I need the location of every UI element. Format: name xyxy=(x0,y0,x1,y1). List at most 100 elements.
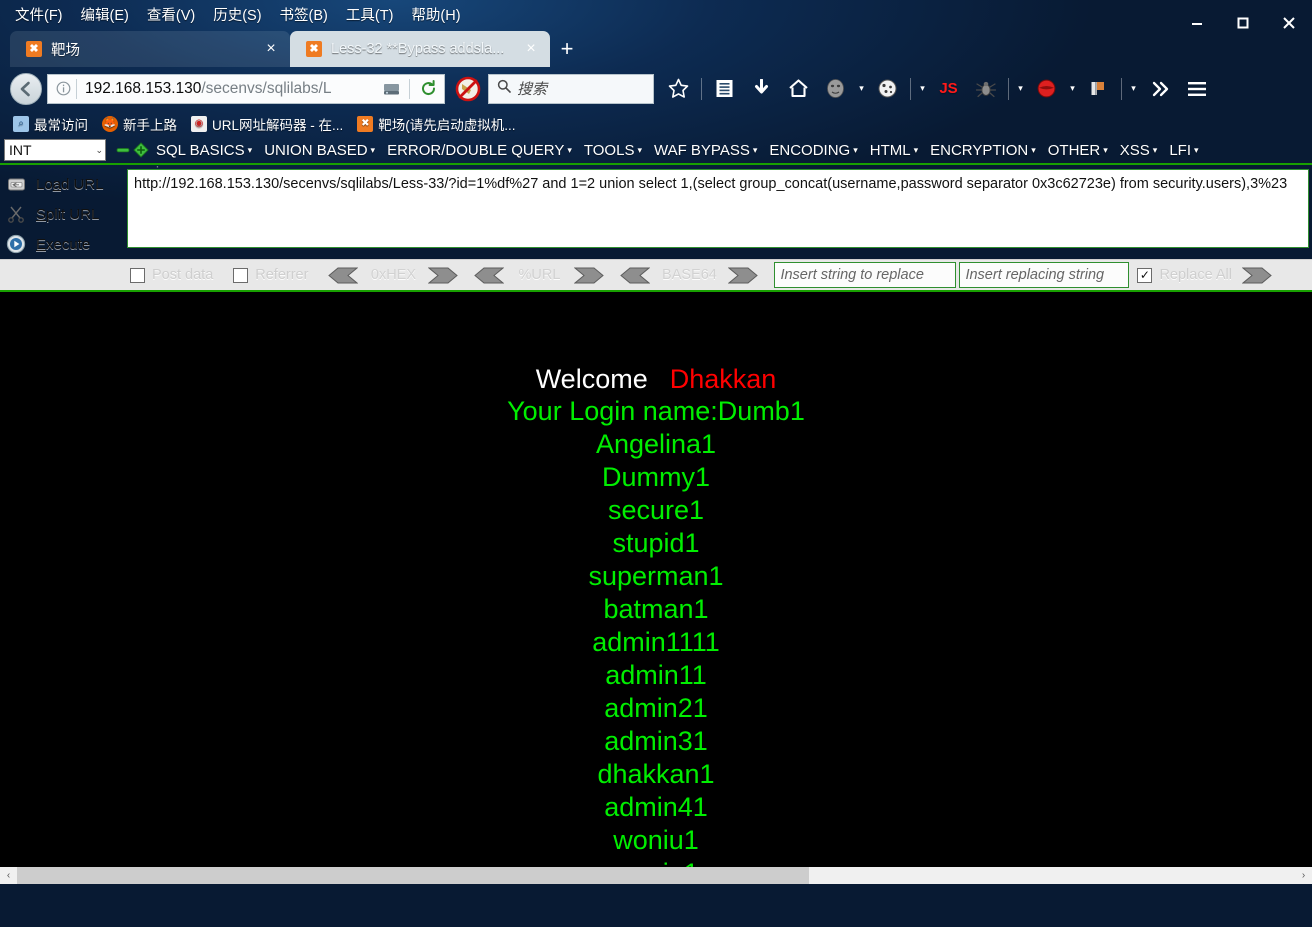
replace-string-input[interactable]: Insert replacing string xyxy=(959,262,1130,288)
menu-label: SQL BASICS xyxy=(156,141,245,159)
chevron-down-icon: ▾ xyxy=(370,144,376,155)
result-row: admin1111 xyxy=(592,627,720,657)
hackbar-menu-sql-basics[interactable]: SQL BASICS ▾ xyxy=(150,140,258,161)
maximize-button[interactable] xyxy=(1220,8,1266,38)
base64-encode-button[interactable] xyxy=(728,267,759,284)
menu-item-help[interactable]: 帮助(H) xyxy=(402,2,469,27)
noscript-blocked-icon[interactable] xyxy=(451,72,485,106)
split-url-button[interactable]: Split URL xyxy=(0,199,125,229)
menu-item-bookmarks[interactable]: 书签(B) xyxy=(271,2,337,27)
bookmark-url-decoder[interactable]: ◉ URL网址解码器 - 在... xyxy=(184,112,350,136)
post-data-checkbox[interactable]: Post data xyxy=(130,267,213,283)
toolbar-divider xyxy=(701,77,702,100)
close-button[interactable] xyxy=(1266,8,1312,38)
scrollbar-track[interactable] xyxy=(17,867,1295,884)
apply-replace-button[interactable] xyxy=(1242,267,1272,284)
split-url-label: Split URL xyxy=(36,205,100,223)
browser-window: 文件(F) 编辑(E) 查看(V) 历史(S) 书签(B) 工具(T) 帮助(H… xyxy=(0,0,1312,927)
increment-button[interactable] xyxy=(132,140,150,160)
injection-type-value: INT xyxy=(9,142,32,158)
decrement-button[interactable] xyxy=(114,140,132,160)
search-input-placeholder: 搜索 xyxy=(517,81,548,98)
chevron-down-icon[interactable]: ▾ xyxy=(1126,72,1141,106)
reader-view-icon[interactable] xyxy=(377,76,405,102)
hex-encode-button[interactable] xyxy=(428,267,459,284)
user-agent-switcher-icon[interactable] xyxy=(817,72,854,106)
scrollbar-thumb[interactable] xyxy=(17,867,810,884)
injection-type-select[interactable]: INT ⌄ xyxy=(4,139,106,161)
hackbar-menu-other[interactable]: OTHER ▾ xyxy=(1042,140,1114,161)
url-text[interactable]: 192.168.153.130/secenvs/sqlilabs/L xyxy=(81,80,373,98)
hex-label: 0xHEX xyxy=(370,267,417,283)
hackbar-menu-waf-bypass[interactable]: WAF BYPASS ▾ xyxy=(648,140,763,161)
chevron-down-icon: ▾ xyxy=(752,144,758,155)
menu-item-view[interactable]: 查看(V) xyxy=(138,2,204,27)
tab-less32[interactable]: ✖ Less-32 **Bypass addsla... × xyxy=(290,31,550,67)
load-url-button[interactable]: Load URL xyxy=(0,169,125,199)
decoder-icon: ◉ xyxy=(191,115,207,132)
hamburger-menu-icon[interactable] xyxy=(1178,72,1215,106)
bookmark-most-visited[interactable]: ⌕ 最常访问 xyxy=(6,112,95,136)
hackbar-menu-encryption[interactable]: ENCRYPTION ▾ xyxy=(924,140,1042,161)
chevron-down-icon[interactable]: ▾ xyxy=(1065,72,1080,106)
cookie-manager-icon[interactable] xyxy=(869,72,906,106)
find-string-input[interactable]: Insert string to replace xyxy=(774,262,957,288)
hackbar-menu-html[interactable]: HTML ▾ xyxy=(864,140,924,161)
menu-label: LFI xyxy=(1169,141,1191,159)
bookmark-target-range[interactable]: ✖ 靶场(请先启动虚拟机... xyxy=(350,112,522,136)
hackbar-menu-lfi[interactable]: LFI ▾ xyxy=(1163,140,1204,161)
url-encode-button[interactable] xyxy=(574,267,605,284)
hackbar-menu-tools[interactable]: TOOLS ▾ xyxy=(578,140,648,161)
menu-item-history[interactable]: 历史(S) xyxy=(204,2,270,27)
library-icon[interactable] xyxy=(706,72,743,106)
scroll-left-arrow[interactable]: ‹ xyxy=(0,867,17,884)
hackbar-menu-error-double-query[interactable]: ERROR/DOUBLE QUERY ▾ xyxy=(381,140,578,161)
scroll-right-arrow[interactable]: › xyxy=(1295,867,1312,884)
execute-button[interactable]: Execute xyxy=(0,229,125,259)
menu-label: TOOLS xyxy=(583,141,635,159)
hackbar-menu-xss[interactable]: XSS ▾ xyxy=(1114,140,1164,161)
referrer-checkbox[interactable]: Referrer xyxy=(233,267,308,283)
chevron-down-icon[interactable]: ▾ xyxy=(854,72,869,106)
overflow-chevron-icon[interactable] xyxy=(1141,72,1178,106)
bookmark-star-icon[interactable] xyxy=(660,72,697,106)
search-bar[interactable]: 搜索 xyxy=(488,73,654,104)
back-button[interactable] xyxy=(10,72,42,105)
hackbar-url-area: http://192.168.153.130/secenvs/sqlilabs/… xyxy=(125,165,1312,259)
new-tab-button[interactable]: + xyxy=(550,31,584,67)
base64-decode-button[interactable] xyxy=(620,267,651,284)
hackbar-bug-icon[interactable] xyxy=(967,72,1004,106)
url-bar[interactable]: 192.168.153.130/secenvs/sqlilabs/L xyxy=(47,73,445,104)
tab-close-icon[interactable]: × xyxy=(262,41,280,57)
bookmark-getting-started[interactable]: 🦊 新手上路 xyxy=(95,112,184,136)
chevron-down-icon[interactable]: ▾ xyxy=(915,72,930,106)
hackbar-actions: Load URL Split URL Execute xyxy=(0,165,125,259)
url-label: %URL xyxy=(518,267,561,283)
hackbar: INT ⌄ SQL BASICS ▾ UNION BASED ▾ ERROR/DOU… xyxy=(0,137,1312,292)
horizontal-scrollbar[interactable]: ‹ › xyxy=(0,867,1312,884)
checkbox-box xyxy=(130,267,145,283)
javascript-toggle-icon[interactable]: JS xyxy=(930,72,967,106)
chevron-down-icon[interactable]: ▾ xyxy=(1013,72,1028,106)
hex-decode-button[interactable] xyxy=(328,267,359,284)
load-url-label: Load URL xyxy=(36,175,104,193)
home-icon[interactable] xyxy=(780,72,817,106)
proxy-switch-icon[interactable] xyxy=(1028,72,1065,106)
menu-item-tools[interactable]: 工具(T) xyxy=(337,2,403,27)
hackbar-menu-encoding[interactable]: ENCODING ▾ xyxy=(763,140,863,161)
menu-item-file[interactable]: 文件(F) xyxy=(6,2,72,27)
tab-targetrange[interactable]: ✖ 靶场 × xyxy=(10,31,290,67)
hackbar-menu-union-based[interactable]: UNION BASED ▾ xyxy=(258,140,381,161)
downloads-icon[interactable] xyxy=(743,72,780,106)
url-decode-button[interactable] xyxy=(474,267,505,284)
info-icon[interactable] xyxy=(54,80,72,98)
result-row: Dummy1 xyxy=(601,462,710,492)
replace-all-checkbox[interactable]: ✓ Replace All xyxy=(1137,267,1232,283)
flag-icon[interactable] xyxy=(1080,72,1117,106)
reload-button[interactable] xyxy=(414,76,442,102)
menu-item-edit[interactable]: 编辑(E) xyxy=(72,2,138,27)
hackbar-url-textarea[interactable]: http://192.168.153.130/secenvs/sqlilabs/… xyxy=(127,169,1309,248)
tab-close-icon[interactable]: × xyxy=(522,41,540,57)
minimize-button[interactable] xyxy=(1174,8,1220,38)
chevron-down-icon: ▾ xyxy=(1152,144,1158,155)
